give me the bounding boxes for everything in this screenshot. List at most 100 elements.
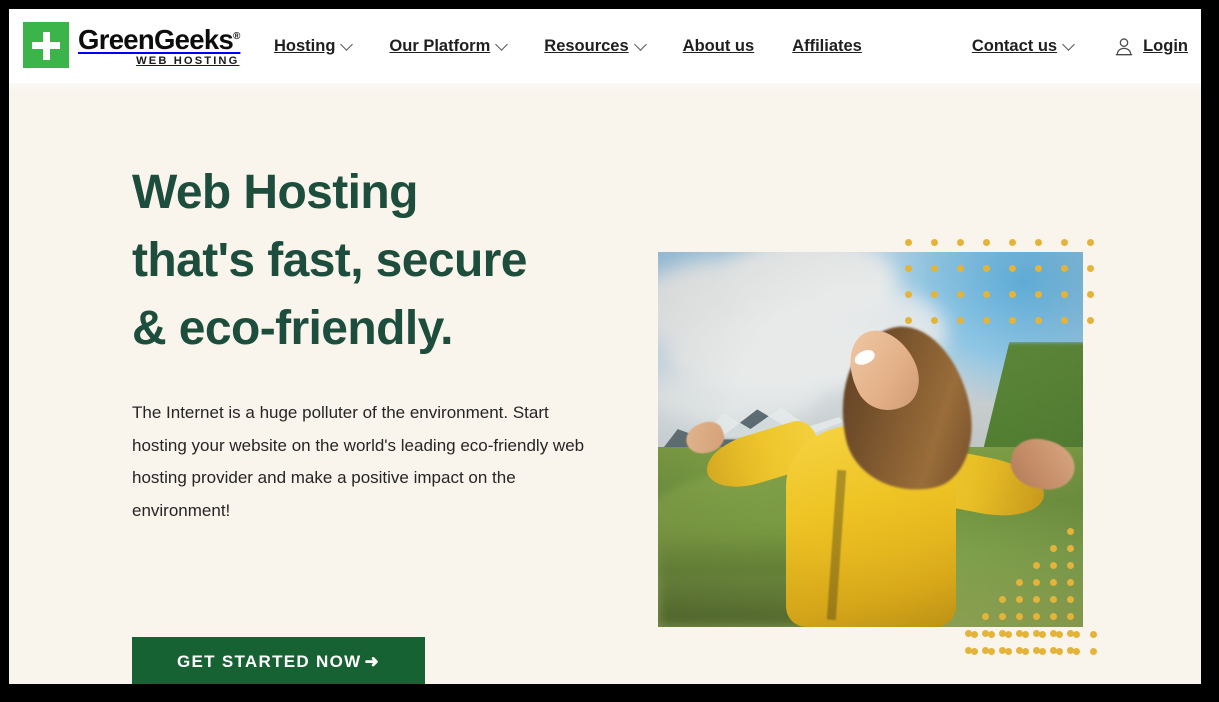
decorative-dot (957, 317, 964, 324)
nav-item-resources[interactable]: Resources (544, 31, 644, 62)
decorative-dot (1050, 596, 1057, 603)
decorative-dot (983, 317, 990, 324)
decorative-dot (983, 291, 990, 298)
hero-photo (658, 252, 1083, 627)
user-icon (1115, 37, 1133, 56)
secondary-navigation: Contact us Login (972, 9, 1188, 83)
decorative-dot (1087, 291, 1094, 298)
decorative-dot (1005, 648, 1012, 655)
decorative-dot (1090, 631, 1097, 638)
decorative-dot (1050, 579, 1057, 586)
screenshot-frame: GreenGeeks® WEB HOSTING Hosting Our Plat… (0, 0, 1219, 702)
nav-item-our-platform[interactable]: Our Platform (389, 31, 506, 62)
nav-label: Our Platform (389, 37, 490, 56)
decorative-dot (1056, 631, 1063, 638)
decorative-dot (1009, 239, 1016, 246)
chevron-down-icon (634, 38, 647, 51)
decorative-dot (1016, 579, 1023, 586)
decorative-dot (1067, 596, 1074, 603)
decorative-dot (1090, 648, 1097, 655)
page-title: Web Hosting that's fast, secure & eco-fr… (132, 159, 652, 363)
decorative-dot (1009, 265, 1016, 272)
decorative-dot (931, 239, 938, 246)
cta-label: GET STARTED NOW (177, 652, 361, 672)
arrow-right-icon: ➜ (364, 653, 380, 670)
decorative-dot (1087, 239, 1094, 246)
page-body: GreenGeeks® WEB HOSTING Hosting Our Plat… (9, 9, 1201, 684)
decorative-dot (1067, 613, 1074, 620)
decorative-dot (1033, 562, 1040, 569)
green-plus-square-icon (23, 22, 69, 68)
primary-navigation: Hosting Our Platform Resources About us … (274, 9, 862, 83)
decorative-dot (1067, 579, 1074, 586)
decorative-dot (1009, 291, 1016, 298)
nav-label: Hosting (274, 37, 335, 56)
decorative-dot (1033, 579, 1040, 586)
decorative-dot (905, 291, 912, 298)
hero-title-line-3: & eco-friendly. (132, 295, 652, 363)
nav-item-affiliates[interactable]: Affiliates (792, 31, 862, 62)
nav-label: About us (683, 37, 755, 56)
decorative-dot (905, 317, 912, 324)
nav-item-login[interactable]: Login (1115, 31, 1188, 62)
decorative-dot (1061, 291, 1068, 298)
decorative-dot (1016, 596, 1023, 603)
nav-label: Resources (544, 37, 628, 56)
decorative-dot (1035, 239, 1042, 246)
decorative-dot (1039, 648, 1046, 655)
decorative-dot (957, 239, 964, 246)
decorative-dot (905, 239, 912, 246)
decorative-dot (999, 596, 1006, 603)
decorative-dot (1067, 545, 1074, 552)
decorative-dot (1073, 648, 1080, 655)
decorative-dot (1061, 317, 1068, 324)
nav-item-about-us[interactable]: About us (683, 31, 755, 62)
decorative-dot (971, 648, 978, 655)
decorative-dot (931, 265, 938, 272)
decorative-dot (1067, 528, 1074, 535)
chevron-down-icon (341, 38, 354, 51)
logo-tagline: WEB HOSTING (78, 55, 240, 68)
decorative-dot (999, 613, 1006, 620)
hero-visual (658, 239, 1098, 659)
decorative-dot (983, 265, 990, 272)
site-header: GreenGeeks® WEB HOSTING Hosting Our Plat… (9, 9, 1201, 83)
decorative-dot (983, 239, 990, 246)
decorative-dot (988, 631, 995, 638)
decorative-dot (1022, 648, 1029, 655)
decorative-dot (1005, 631, 1012, 638)
decorative-dot (1035, 265, 1042, 272)
decorative-dot (1033, 613, 1040, 620)
site-logo[interactable]: GreenGeeks® WEB HOSTING (23, 22, 240, 68)
hero-title-line-1: Web Hosting (132, 159, 652, 227)
nav-label: Contact us (972, 37, 1057, 56)
decorative-dot (957, 265, 964, 272)
logo-wordmark: GreenGeeks® (78, 22, 240, 54)
decorative-dot (988, 648, 995, 655)
nav-item-contact-us[interactable]: Contact us (972, 31, 1073, 62)
decorative-dot (1039, 631, 1046, 638)
decorative-dot (1050, 545, 1057, 552)
header-divider (9, 83, 1201, 92)
decorative-dot (1016, 613, 1023, 620)
nav-label: Login (1143, 37, 1188, 56)
decorative-dot (1061, 239, 1068, 246)
decorative-dot (1056, 648, 1063, 655)
decorative-dot (931, 291, 938, 298)
decorative-dot (1035, 317, 1042, 324)
nav-label: Affiliates (792, 37, 862, 56)
chevron-down-icon (1062, 38, 1075, 51)
decorative-dot (905, 265, 912, 272)
decorative-dot (1087, 265, 1094, 272)
decorative-dot (1050, 562, 1057, 569)
decorative-dot (1067, 562, 1074, 569)
decorative-dot (1035, 291, 1042, 298)
decorative-dot (1009, 317, 1016, 324)
decorative-dot (1061, 265, 1068, 272)
decorative-dot (1033, 596, 1040, 603)
registered-mark: ® (233, 31, 240, 42)
chevron-down-icon (495, 38, 508, 51)
decorative-dot (1087, 317, 1094, 324)
get-started-now-button[interactable]: GET STARTED NOW ➜ (132, 637, 425, 684)
nav-item-hosting[interactable]: Hosting (274, 31, 351, 62)
